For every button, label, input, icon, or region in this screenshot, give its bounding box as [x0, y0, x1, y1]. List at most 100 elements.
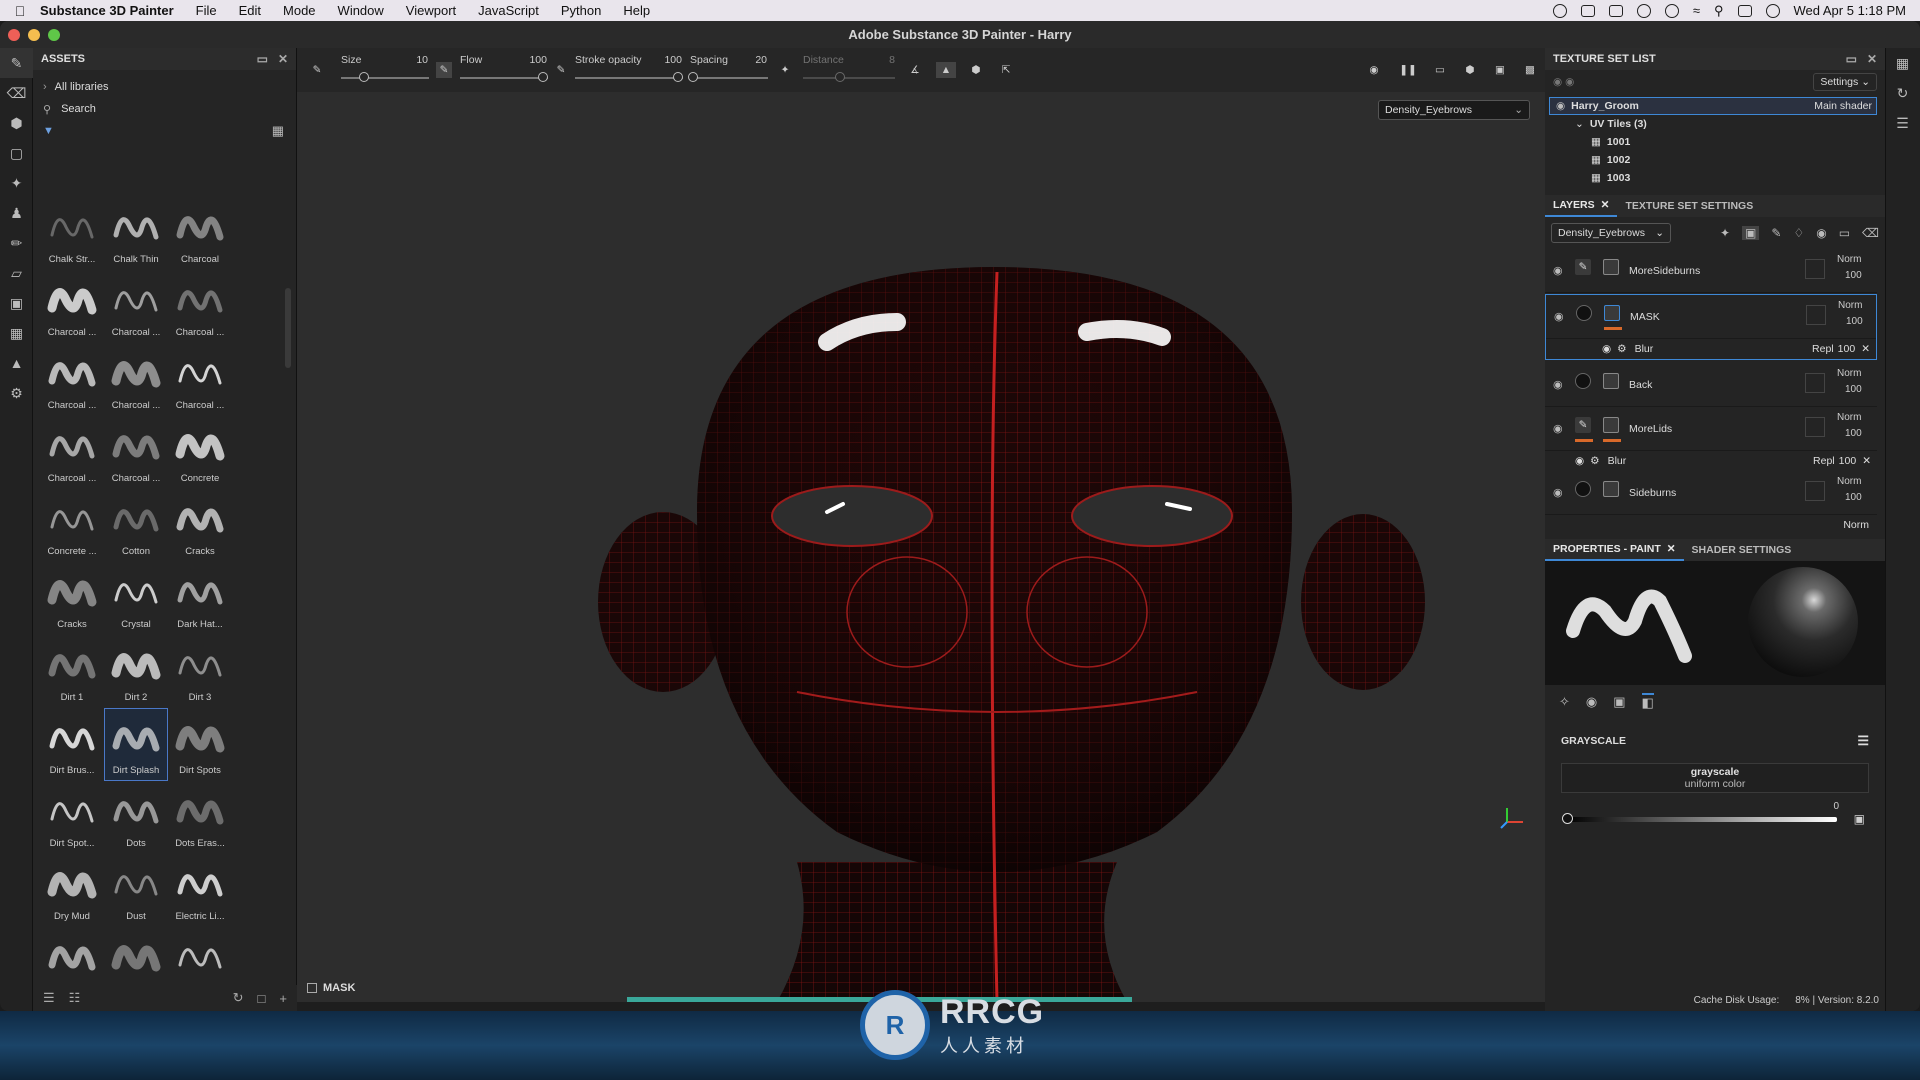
spacing-slider-handle[interactable]: [688, 72, 698, 82]
symmetry-options-icon[interactable]: ⬢: [961, 48, 991, 92]
texture-set-row[interactable]: ◉ Harry_Groom Main shader: [1549, 97, 1877, 115]
siri-icon[interactable]: [1765, 3, 1780, 18]
control-center-icon[interactable]: [1737, 4, 1752, 17]
asset-tile[interactable]: Dirt Spots: [169, 709, 231, 780]
layer-row[interactable]: ◉ ✎ MoreSideburns Norm 100: [1545, 249, 1877, 293]
hide-icon[interactable]: ◉: [1357, 48, 1391, 92]
add-folder-icon[interactable]: ▭: [1839, 226, 1850, 240]
flow-control[interactable]: Flow 100: [456, 48, 551, 92]
tab-layers[interactable]: LAYERS ✕: [1545, 195, 1618, 217]
stroke-pressure-icon[interactable]: ✎: [551, 48, 571, 92]
asset-tile[interactable]: Cracks: [41, 563, 103, 634]
layer-row[interactable]: ◉ ✎ MoreLids Norm 100: [1545, 407, 1877, 451]
menu-window[interactable]: Window: [338, 3, 384, 18]
asset-tile[interactable]: Charcoal ...: [105, 417, 167, 488]
uv-tiles-row[interactable]: ⌄ UV Tiles (3): [1545, 115, 1885, 133]
asset-tile[interactable]: Felt Tip: [169, 928, 231, 978]
menu-python[interactable]: Python: [561, 3, 601, 18]
lazy-mouse-icon[interactable]: ✦: [771, 48, 799, 92]
layer-opacity[interactable]: 100: [1845, 428, 1862, 439]
layer-thumbnail[interactable]: [1805, 259, 1825, 279]
measure-icon[interactable]: ▦: [0, 318, 33, 348]
asset-tile[interactable]: Charcoal ...: [169, 344, 231, 415]
menu-viewport[interactable]: Viewport: [406, 3, 456, 18]
stroke-opacity-slider-handle[interactable]: [673, 72, 683, 82]
mask-thumbnail[interactable]: [1603, 417, 1619, 433]
add-mask-icon[interactable]: ▣: [1742, 226, 1760, 240]
library-selector[interactable]: › All libraries: [33, 76, 296, 98]
asset-tile[interactable]: Cotton: [105, 490, 167, 561]
uv-tile-row[interactable]: ▦ 1002: [1545, 151, 1885, 169]
eraser-icon[interactable]: ⌫: [0, 78, 33, 108]
sort-icon[interactable]: ☷: [69, 990, 81, 1006]
symmetry-icon[interactable]: ▲: [935, 62, 957, 78]
add-icon[interactable]: +: [279, 991, 287, 1006]
asset-tile[interactable]: Dirt Splash: [104, 708, 168, 781]
log-icon[interactable]: ☰: [1886, 108, 1919, 138]
layer-opacity[interactable]: 100: [1845, 270, 1862, 281]
eye-icon[interactable]: ◉: [1553, 264, 1563, 277]
eye-icon[interactable]: ◉: [1602, 343, 1611, 355]
mask-thumbnail[interactable]: [1603, 481, 1619, 497]
shader-name[interactable]: Main shader: [1814, 100, 1872, 112]
eye-icon[interactable]: ◉: [1553, 486, 1563, 499]
layer-opacity[interactable]: 100: [1845, 384, 1862, 395]
asset-tile[interactable]: Dirt Spot...: [41, 782, 103, 853]
add-fill-layer-icon[interactable]: ♢: [1793, 226, 1804, 240]
blend-mode[interactable]: Norm: [1837, 368, 1861, 379]
menu-javascript[interactable]: JavaScript: [478, 3, 539, 18]
list-view-icon[interactable]: ☰: [43, 990, 55, 1006]
menu-icon[interactable]: ☰: [1857, 733, 1869, 749]
effect-opacity[interactable]: 100: [1838, 343, 1856, 355]
distance-slider-handle[interactable]: [835, 72, 845, 82]
asset-tile[interactable]: Felt Tip S...: [105, 928, 167, 978]
apple-menu-icon[interactable]: : [0, 3, 40, 19]
effect-row[interactable]: ◉ ⚙ Blur Repl 100 ✕: [1545, 451, 1877, 471]
eye-icon[interactable]: ◉: [1553, 422, 1563, 435]
settings-dropdown[interactable]: Settings ⌄: [1813, 73, 1877, 91]
asset-tile[interactable]: Charcoal: [169, 198, 231, 269]
blend-mode[interactable]: Norm: [1837, 412, 1861, 423]
stroke-opacity-control[interactable]: Stroke opacity 100: [571, 48, 686, 92]
mask-thumbnail[interactable]: [1603, 259, 1619, 275]
geometry-fill-icon[interactable]: ▢: [0, 138, 33, 168]
menu-help[interactable]: Help: [623, 3, 650, 18]
clone-icon[interactable]: ♟: [0, 198, 33, 228]
smudge-icon[interactable]: ✦: [0, 168, 33, 198]
blend-mode[interactable]: Norm: [1837, 254, 1861, 265]
pause-icon[interactable]: ❚❚: [1391, 48, 1425, 92]
eye-icon[interactable]: ◉: [1554, 310, 1564, 323]
3d-viewport[interactable]: Density_Eyebrows ⌄ MASK: [297, 92, 1545, 1002]
creative-cloud-icon[interactable]: [1636, 3, 1651, 18]
view-3d-icon[interactable]: ⬢: [1455, 48, 1485, 92]
brush-icon[interactable]: ✧: [1559, 694, 1570, 710]
settings-icon[interactable]: ⚙: [0, 378, 33, 408]
asset-tile[interactable]: Chalk Str...: [41, 198, 103, 269]
grayscale-slider-track[interactable]: [1567, 817, 1837, 822]
eye-icon[interactable]: ◉: [1556, 100, 1565, 112]
head-wireframe-model[interactable]: [297, 92, 1545, 1002]
layer-row[interactable]: ◉ MASK Norm 100: [1546, 295, 1876, 339]
camera-icon[interactable]: ▣: [1485, 48, 1515, 92]
material-icon[interactable]: ◧: [1641, 693, 1654, 711]
display-icon[interactable]: [1580, 4, 1595, 17]
asset-tile[interactable]: Dirt 1: [41, 636, 103, 707]
stencil-icon[interactable]: ▣: [1613, 694, 1625, 710]
layer-thumbnail[interactable]: [1806, 305, 1826, 325]
asset-tile[interactable]: Dirt 3: [169, 636, 231, 707]
texture-set-dropdown[interactable]: Density_Eyebrows ⌄: [1378, 100, 1530, 120]
eye-icon[interactable]: ◉: [1553, 378, 1563, 391]
asset-tile[interactable]: Charcoal ...: [105, 344, 167, 415]
status-icon[interactable]: [1552, 3, 1567, 18]
window-icon[interactable]: [1608, 4, 1623, 17]
asset-tile[interactable]: Chalk Thin: [105, 198, 167, 269]
folder-icon[interactable]: □: [258, 991, 266, 1006]
view-2d-icon[interactable]: ▭: [1425, 48, 1455, 92]
visibility-all-icon[interactable]: ◉ ◉: [1553, 76, 1574, 88]
mask-thumbnail[interactable]: [1604, 305, 1620, 321]
bake-icon[interactable]: ▣: [0, 288, 33, 318]
eye-icon[interactable]: ◉: [1575, 455, 1584, 467]
asset-tile[interactable]: Dots Eras...: [169, 782, 231, 853]
asset-tile[interactable]: Cracks: [169, 490, 231, 561]
layer-thumbnail[interactable]: [1805, 417, 1825, 437]
